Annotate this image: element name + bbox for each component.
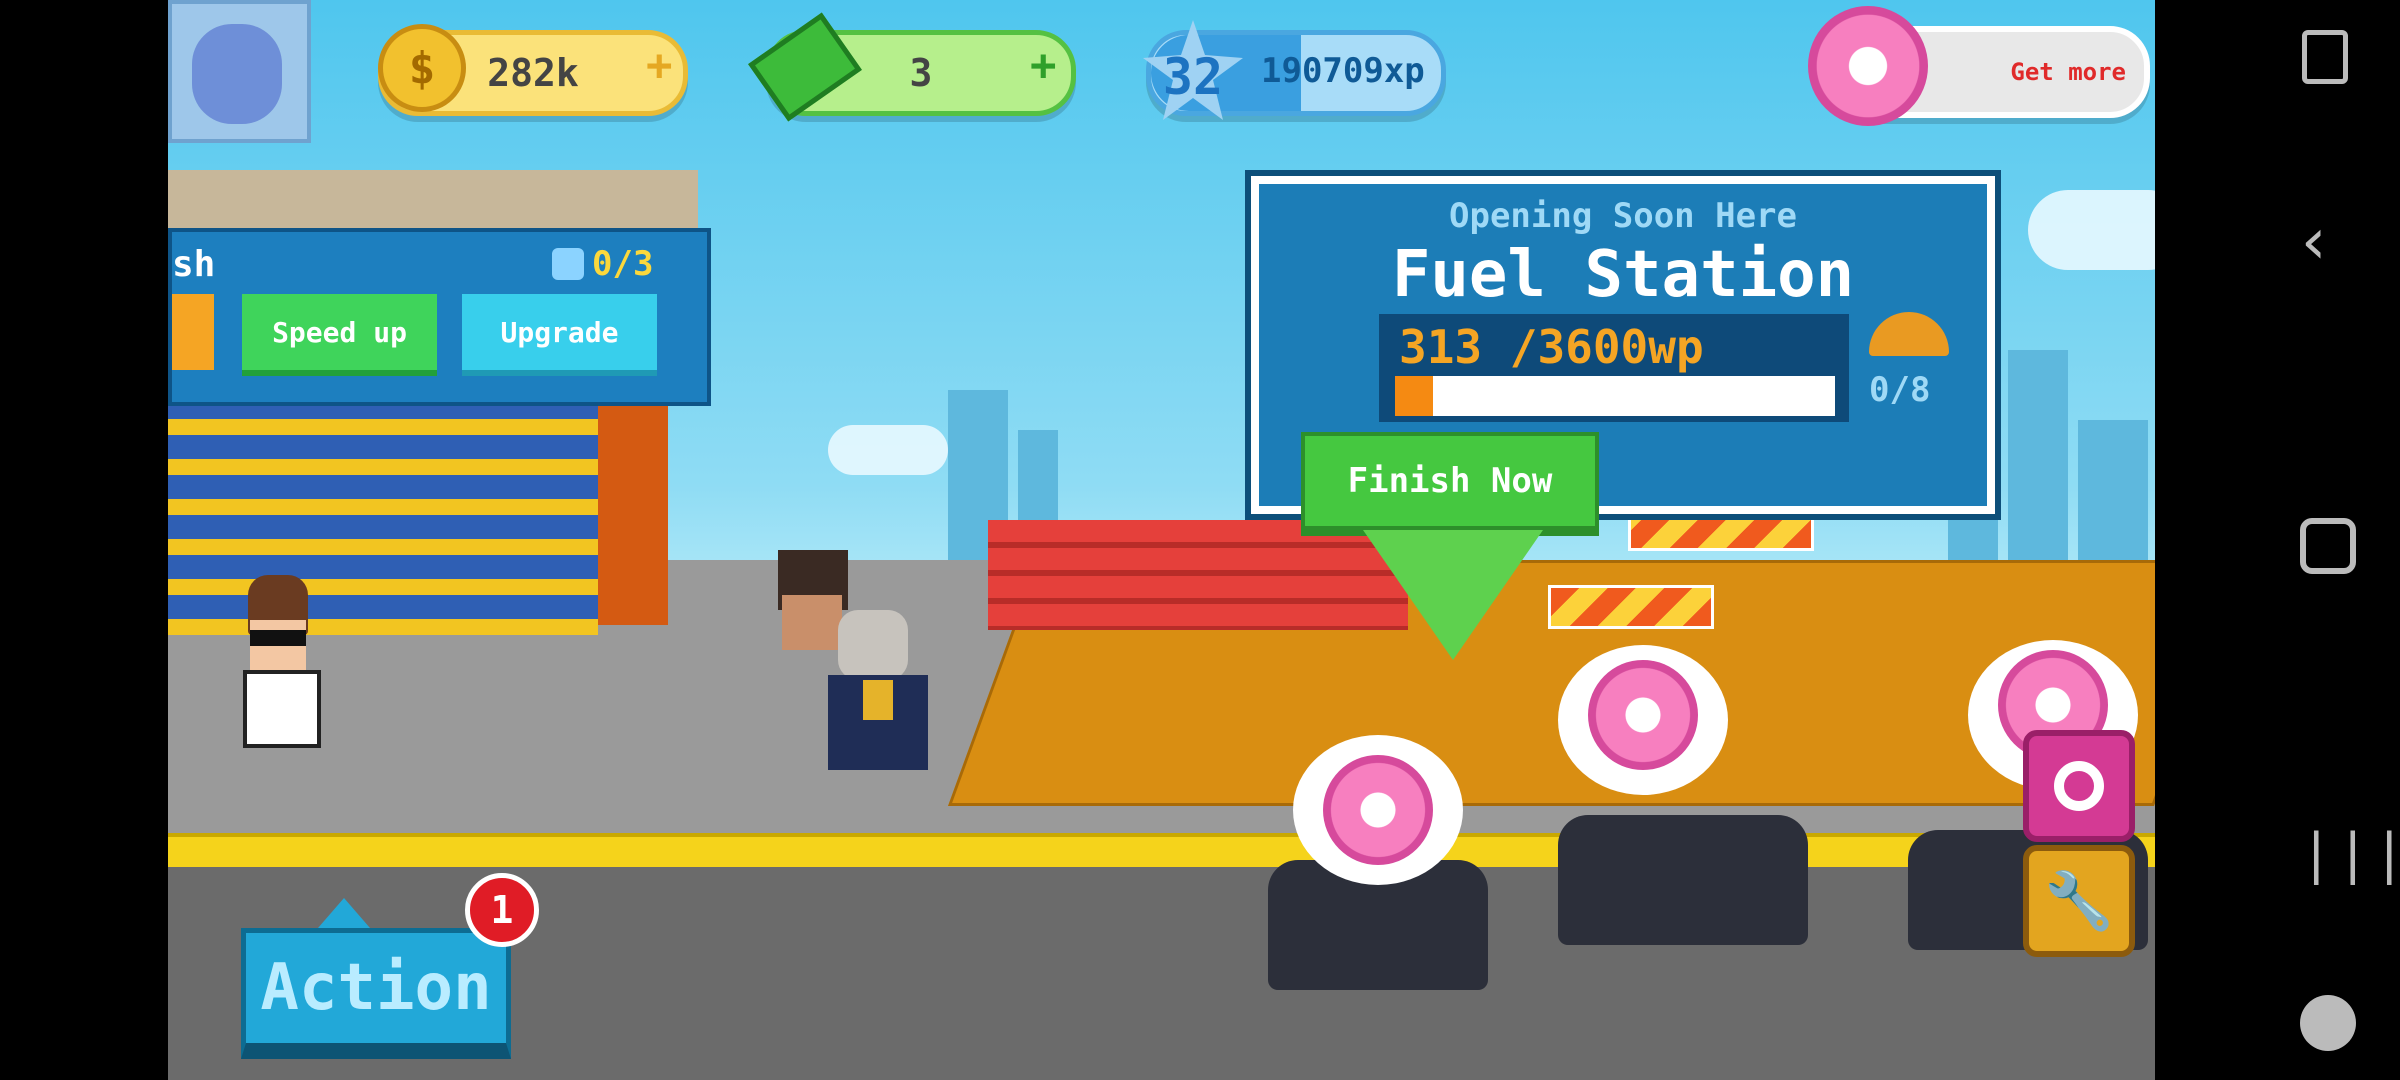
game-tools-icon[interactable]: [2300, 995, 2356, 1051]
character-group[interactable]: [768, 550, 948, 780]
xp-value: 190709xp: [1261, 51, 1425, 91]
back-icon[interactable]: ‹: [2295, 210, 2334, 274]
car-wash-roof: [168, 170, 698, 236]
progress-bar: [1395, 376, 1835, 416]
skyline-building: [2008, 350, 2068, 570]
finish-now-button[interactable]: Finish Now: [1301, 432, 1599, 536]
progress-box: 313 /3600wp: [1379, 314, 1849, 422]
car-wash-workers: 0/3: [592, 244, 654, 284]
skyline-building: [2078, 420, 2148, 570]
level-star-icon: 32: [1143, 20, 1243, 120]
donut-icon: [1808, 6, 1928, 126]
screenshot-icon[interactable]: [2302, 30, 2348, 84]
wrench-button[interactable]: 🔧: [2023, 845, 2135, 957]
upgrade-button[interactable]: Upgrade: [462, 294, 657, 376]
action-notification-badge: 1: [465, 873, 539, 947]
game-viewport[interactable]: sh 0/3 Speed up Upgrade Opening Soon Her…: [168, 0, 2155, 1080]
coin-icon: $: [378, 24, 466, 112]
character-sunglasses[interactable]: [228, 575, 328, 775]
cloud: [2028, 190, 2155, 270]
barrier: [1548, 585, 1714, 629]
car-wash-title: sh: [172, 244, 216, 285]
opening-soon-label: Opening Soon Here: [1449, 196, 1797, 236]
get-more-label: Get more: [2010, 58, 2126, 86]
add-coins-button[interactable]: +: [646, 40, 673, 91]
road-curb: [168, 833, 2155, 867]
progress-bar-fill: [1395, 376, 1434, 416]
profile-avatar[interactable]: [168, 0, 311, 143]
speed-up-button[interactable]: Speed up: [242, 294, 437, 376]
home-icon[interactable]: [2300, 518, 2356, 574]
action-arrow-icon: [318, 898, 370, 928]
car-wash-panel[interactable]: sh 0/3 Speed up Upgrade: [168, 228, 711, 406]
cloud: [828, 425, 948, 475]
helmet-count: 0/8: [1869, 370, 1931, 410]
system-navigation-bar: ‹ |||: [2155, 0, 2400, 1080]
building-title: Fuel Station: [1391, 238, 1855, 312]
car[interactable]: [1558, 815, 1808, 945]
donut-camera-button[interactable]: [2023, 730, 2135, 842]
donut-camera-icon: [2054, 761, 2104, 811]
worker-icon: [552, 248, 584, 280]
donut-icon: [1323, 755, 1433, 865]
add-cash-button[interactable]: +: [1030, 40, 1057, 91]
helmet-icon: [1869, 312, 1949, 356]
arrow-down-icon: [1363, 530, 1543, 660]
recents-icon[interactable]: |||: [2300, 822, 2400, 885]
car-wash-first-button[interactable]: [172, 294, 214, 370]
brick-pile: [988, 520, 1408, 630]
level-value: 32: [1162, 48, 1224, 106]
car-wash-pillar: [598, 395, 668, 625]
action-button[interactable]: Action: [241, 928, 511, 1059]
avatar-icon: [192, 24, 282, 124]
coins-value: 282k: [487, 51, 579, 95]
progress-text: 313 /3600wp: [1399, 320, 1704, 374]
cash-value: 3: [909, 51, 933, 95]
donut-icon: [1588, 660, 1698, 770]
wrench-icon: 🔧: [2044, 869, 2114, 934]
